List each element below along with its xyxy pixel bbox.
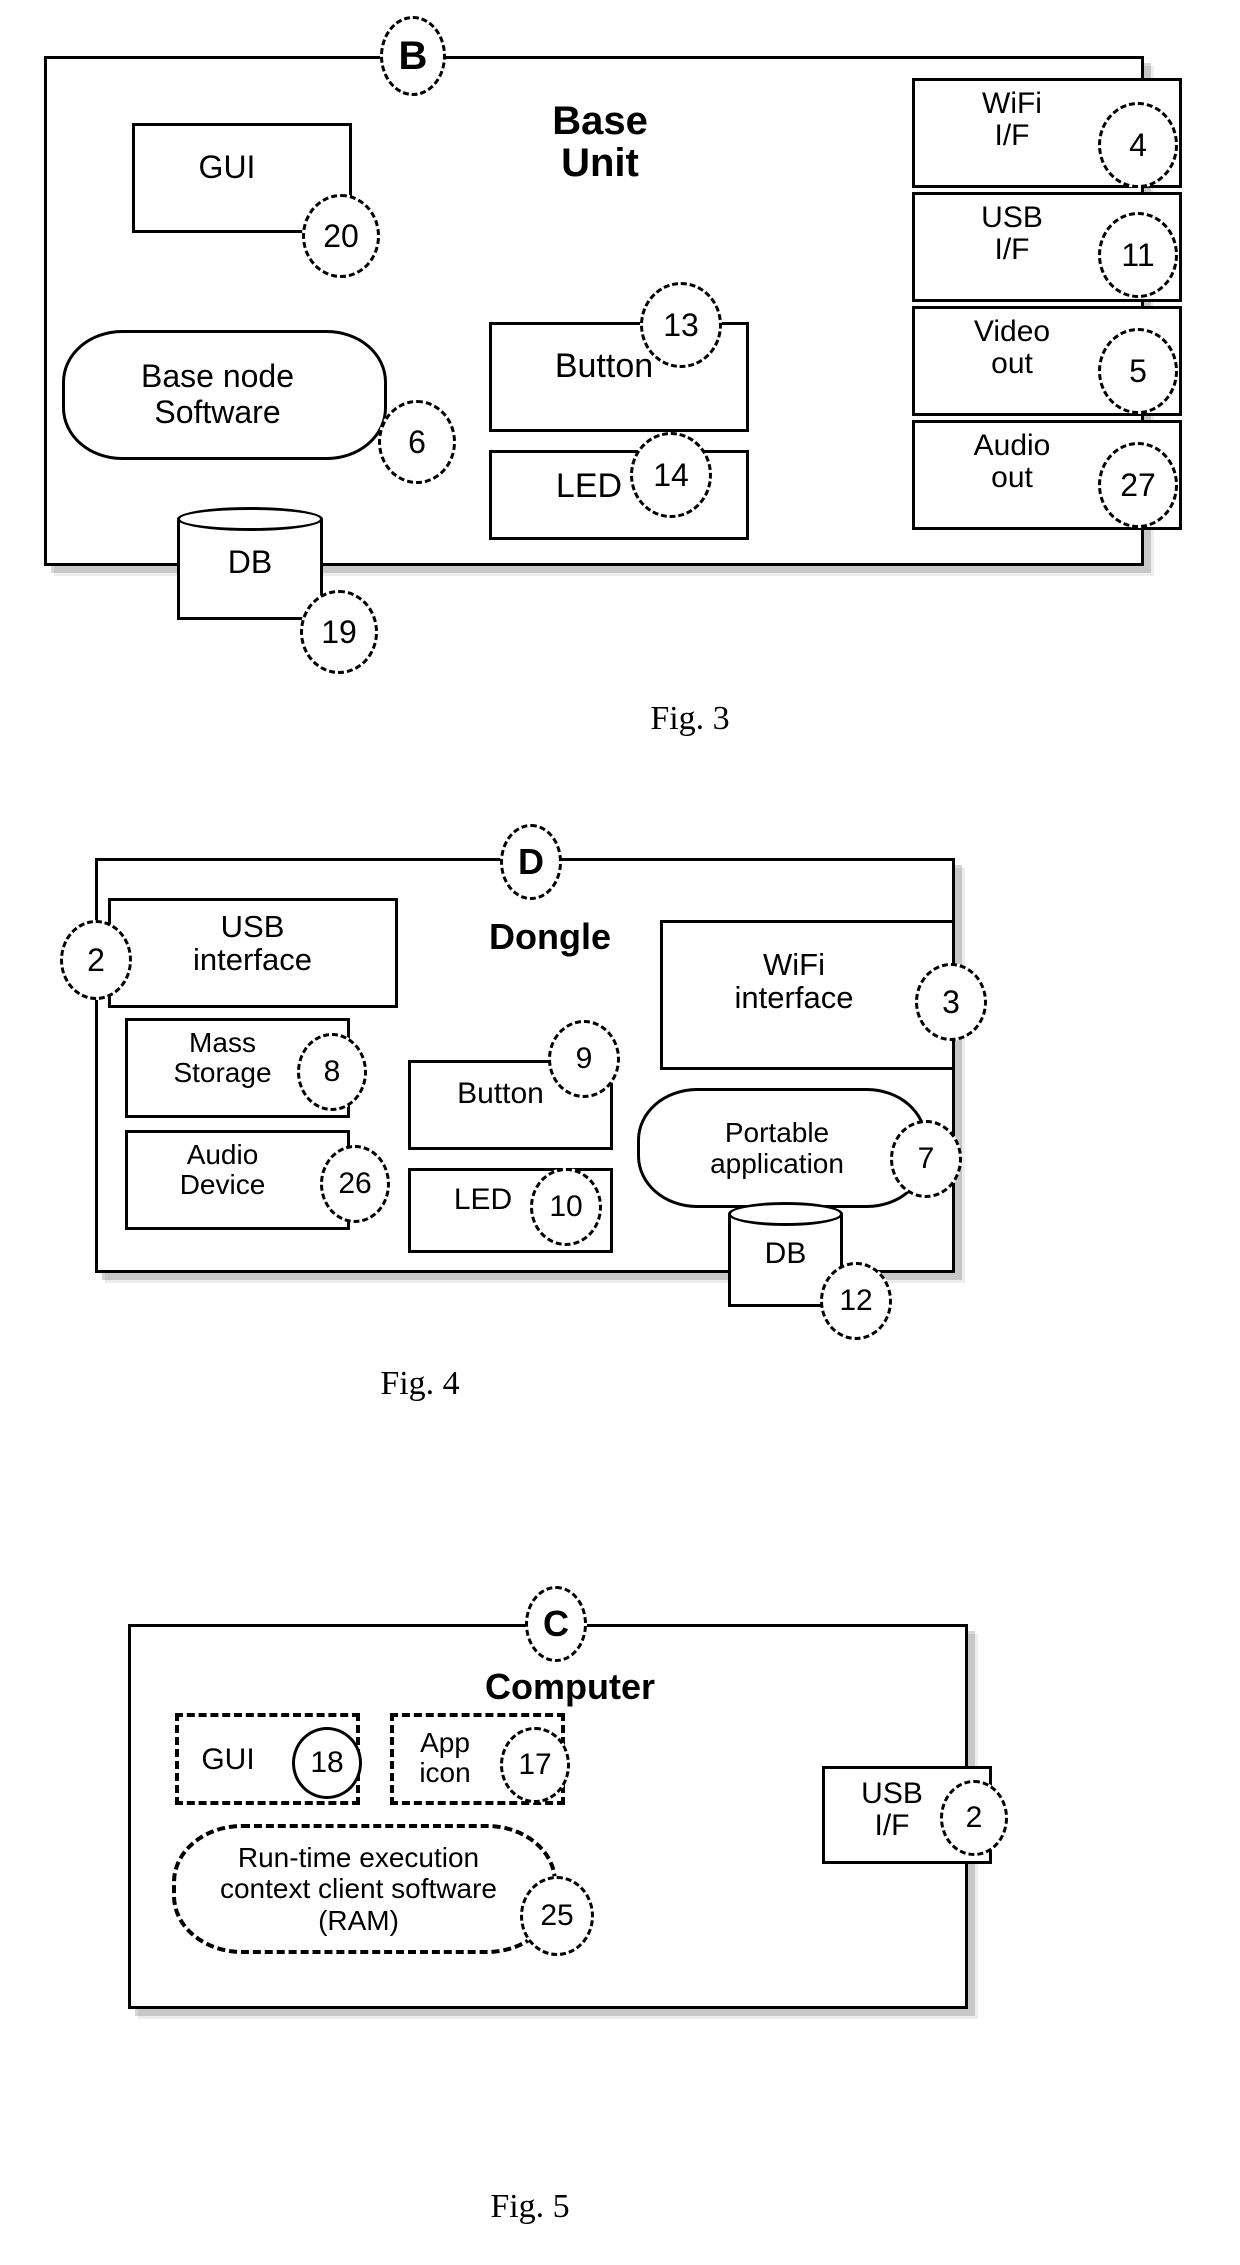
db-cylinder: DB: [177, 507, 323, 620]
ref-bubble-11: 11: [1098, 212, 1178, 298]
usb-interface-box: [108, 898, 398, 1008]
ref-bubble-18: 18: [292, 1727, 362, 1799]
figure-4: Dongle D USB interface 2 Mass Storage 8 …: [0, 820, 1240, 1460]
computer-title: Computer: [485, 1666, 655, 1707]
ref-bubble-12: 12: [820, 1262, 892, 1340]
ref-bubble-4: 4: [1098, 102, 1178, 188]
runtime-context-blob: Run-time execution context client softwa…: [172, 1824, 557, 1954]
audio-device-box: [125, 1130, 350, 1230]
figure-marker-d: D: [500, 824, 562, 900]
ref-bubble-27: 27: [1098, 442, 1178, 528]
figure-3-caption: Fig. 3: [650, 700, 730, 737]
figure-3: Base Unit B GUI 20 Base node Software 6 …: [0, 0, 1240, 760]
base-unit-title: Base Unit: [552, 99, 648, 185]
ref-bubble-9: 9: [548, 1020, 620, 1098]
ref-bubble-2-computer: 2: [940, 1780, 1008, 1856]
ref-bubble-17: 17: [500, 1727, 570, 1803]
db-cylinder-top-dongle: [728, 1202, 843, 1226]
portable-application-blob: Portable application: [637, 1088, 927, 1208]
ref-bubble-8: 8: [297, 1033, 367, 1111]
ref-bubble-13: 13: [640, 282, 722, 368]
figure-marker-c: C: [525, 1586, 587, 1662]
ref-bubble-20: 20: [302, 194, 380, 278]
db-cylinder-top: [177, 507, 323, 531]
figure-5: Computer C GUI 18 App icon 17 Run-time e…: [0, 1580, 1240, 2265]
db-label: DB: [227, 544, 273, 580]
figure-5-caption: Fig. 5: [490, 2188, 570, 2225]
db-label-dongle: DB: [764, 1237, 807, 1270]
base-node-software-blob: Base node Software: [62, 330, 387, 460]
ref-bubble-3: 3: [915, 963, 987, 1041]
wifi-interface-box: [660, 920, 955, 1070]
ref-bubble-5: 5: [1098, 328, 1178, 414]
dongle-title: Dongle: [489, 916, 611, 957]
ref-bubble-7: 7: [890, 1120, 962, 1198]
ref-bubble-25: 25: [520, 1876, 594, 1956]
ref-bubble-6: 6: [378, 400, 456, 484]
ref-bubble-10: 10: [530, 1168, 602, 1246]
figure-4-caption: Fig. 4: [380, 1365, 460, 1402]
figure-marker-b: B: [380, 16, 446, 96]
ref-bubble-26: 26: [320, 1145, 390, 1223]
ref-bubble-2-dongle: 2: [60, 920, 132, 1000]
ref-bubble-19: 19: [300, 590, 378, 674]
ref-bubble-14: 14: [630, 432, 712, 518]
